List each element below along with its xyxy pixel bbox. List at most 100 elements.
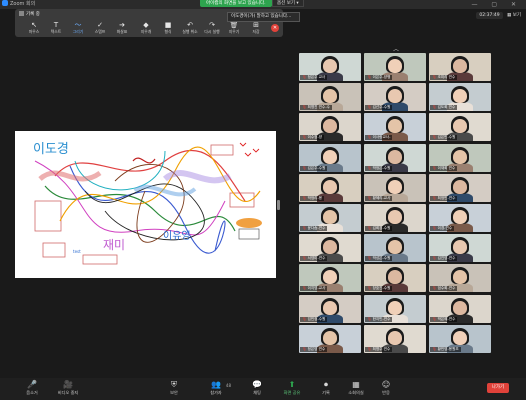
participant-name-text: 김선주-수원 [372, 105, 391, 110]
participant-tile[interactable]: 🎙이지영-교사 [299, 264, 361, 293]
participant-name: 🎙황민영-용원초 [430, 346, 461, 352]
close-annotation-icon[interactable]: ✕ [271, 24, 279, 32]
participant-name: 🎙엄수희-연수 [430, 286, 458, 292]
video-button[interactable]: 🎥 비디오 중지 [52, 380, 84, 396]
participant-name: 🎙한지민-연수 [365, 316, 393, 322]
participant-face [388, 240, 402, 255]
participant-name: 🎙박성은-수원 [365, 256, 393, 262]
participant-tile[interactable]: 🎙이재희 연수 [429, 143, 491, 172]
tool-stamp-button[interactable]: ✓ 스탬프 [89, 21, 111, 36]
participant-tile[interactable]: 🎙박성은-수원 [364, 234, 426, 263]
participant-tile[interactable]: 🎙황민영-용원초 [429, 324, 491, 353]
muted-mic-icon: 🎙 [302, 75, 307, 79]
format-icon: ■ [164, 21, 172, 29]
participant-tile[interactable]: 🎙김선주-수원 [364, 83, 426, 112]
muted-mic-icon: 🎙 [367, 105, 372, 110]
tool-format-button[interactable]: ■ 형식 [157, 21, 179, 36]
participant-tile[interactable]: 🎙정은영 연수 [299, 324, 361, 353]
window-controls[interactable]: — ▢ ✕ [471, 1, 522, 8]
participant-tile[interactable]: 🎙박정은-수원 [364, 143, 426, 172]
participant-tile[interactable]: 🎙최명주 연수 [364, 324, 426, 353]
participant-gallery: 🎙정은주 교사 🎙이은주-양평 🎙조미리 연수 🎙최명진 연수-수 🎙김선주-수원 🎙김도… [299, 53, 493, 353]
participant-name-text: 황혜리-교사 [372, 195, 391, 200]
record-button[interactable]: ⏺ 기록 [310, 380, 342, 396]
participant-name-text: 이수정-양 [307, 135, 323, 140]
trash-icon: 🗑 [229, 21, 239, 29]
security-button[interactable]: ⛨ 보안 [158, 380, 190, 396]
participant-tile[interactable]: 🎙최정민-연수 [429, 173, 491, 202]
participant-tile[interactable]: 🎙김도희 연수 [429, 83, 491, 112]
whiteboard-canvas[interactable]: 이도경 재미 이유영 test [15, 131, 276, 278]
participant-tile[interactable]: 🎙김희경-수원 [364, 204, 426, 232]
participants-button[interactable]: 👥 참가자 48 [200, 380, 232, 396]
breakout-button[interactable]: ▦ 소회의실 [340, 380, 372, 396]
tool-clear-button[interactable]: 🗑 지우기 [223, 21, 245, 36]
view-options-button[interactable]: 옵션 보기 ▾ [272, 0, 304, 7]
tool-undo-button[interactable]: ↶ 실행 취소 [179, 21, 201, 36]
participant-tile[interactable]: 🎙조미리 연수 [429, 53, 491, 81]
participant-name: 🎙정은주 교사 [300, 75, 328, 80]
tool-spotlight-button[interactable]: ➔ 화살표 [111, 21, 133, 36]
text-icon: T [53, 21, 59, 29]
video-label: 비디오 중지 [57, 390, 79, 395]
tool-label: 지우기 [228, 29, 240, 34]
chat-button[interactable]: 💬 채팅 [241, 380, 273, 396]
muted-mic-icon: 🎙 [367, 75, 372, 79]
tool-mouse-button[interactable]: ↖ 마우스 [23, 21, 45, 36]
participant-tile[interactable]: 🎙정은주 교사 [299, 53, 361, 81]
participant-tile[interactable]: 🎙김진영-연수 [429, 234, 491, 263]
participant-tile[interactable]: 🎙이수정-양 [299, 113, 361, 142]
tool-draw-button[interactable]: 〜 그리기 [67, 21, 89, 36]
participant-face [453, 210, 467, 224]
participant-tile[interactable]: 🎙장효진-수원 [364, 264, 426, 293]
muted-mic-icon: 🎙 [302, 346, 307, 351]
participant-name-text: 이사랑교사- [372, 135, 391, 140]
mute-button[interactable]: 🎤 음소거 [16, 380, 48, 396]
view-button[interactable]: ▦ 보기 [507, 13, 521, 18]
participant-tile[interactable]: 🎙엄수희-연수 [429, 264, 491, 293]
share-button[interactable]: ⬆ 화면 공유 [276, 380, 308, 396]
participant-tile[interactable]: 🎙임민정-수원 [299, 294, 361, 323]
participant-tile[interactable]: 🎙윤다솜-연수 [299, 204, 361, 232]
tool-save-button[interactable]: ⊞ 저장 [245, 21, 267, 36]
participant-tile[interactable]: 🎙서영미-연수 [299, 234, 361, 263]
participant-name: 🎙최명주 연수 [365, 346, 393, 352]
participant-tile[interactable]: 🎙박은혜-연수 [429, 294, 491, 323]
participant-name-text: 김도희 연수 [437, 105, 456, 110]
app-title: Zoom 회의 [2, 0, 35, 9]
participant-tile[interactable]: 🎙황혜리-교사 [364, 173, 426, 202]
participant-face [323, 330, 337, 345]
participant-tile[interactable]: 🎙박정리-용 [299, 173, 361, 202]
participant-tile[interactable]: 🎙이사랑교사- [364, 113, 426, 142]
participant-face [388, 59, 402, 73]
screen-share-banner: 아이캠의 화면을 보고 있습니다. [200, 0, 272, 7]
participant-name-text: 박정은-수원 [372, 165, 391, 170]
participant-tile[interactable]: 🎙최명진 연수-수 [299, 83, 361, 112]
tool-redo-button[interactable]: ↷ 다시 실행 [201, 21, 223, 36]
participant-tile[interactable]: 🎙이은주-양평 [364, 53, 426, 81]
participants-label: 참가자 [210, 390, 222, 395]
gallery-up-arrow-icon[interactable]: ︿ [393, 44, 399, 53]
participant-tile[interactable]: 🎙이경-연수 [429, 204, 491, 232]
participant-name-text: 한지민-연수 [372, 316, 391, 321]
muted-mic-icon: 🎙 [302, 105, 307, 110]
chat-label: 채팅 [253, 390, 261, 395]
tool-label: 마우스 [28, 29, 40, 34]
participant-tile[interactable]: 🎙김은주-수원 [299, 143, 361, 172]
participant-tile[interactable]: 🎙김은빈-수원 [429, 113, 491, 142]
participant-face [453, 179, 467, 194]
participant-tile[interactable]: 🎙한지민-연수 [364, 294, 426, 323]
muted-mic-icon: 🎙 [432, 165, 437, 170]
participant-name: 🎙박은혜-연수 [430, 316, 458, 322]
scribble-text-2: 재미 [103, 238, 125, 252]
participant-face [388, 300, 402, 315]
tool-text-button[interactable]: T 텍스트 [45, 21, 67, 36]
shared-screen[interactable]: 이도경 재미 이유영 test [15, 131, 276, 278]
microphone-icon: 🎤 [27, 380, 37, 389]
participant-face [453, 330, 467, 345]
leave-button[interactable]: 나가기 [487, 383, 509, 393]
tool-eraser-button[interactable]: ◆ 지우개 [135, 21, 157, 36]
resize-handle[interactable] [277, 200, 280, 210]
muted-mic-icon: 🎙 [302, 316, 307, 321]
reactions-button[interactable]: ☺ 반응 [370, 380, 402, 396]
